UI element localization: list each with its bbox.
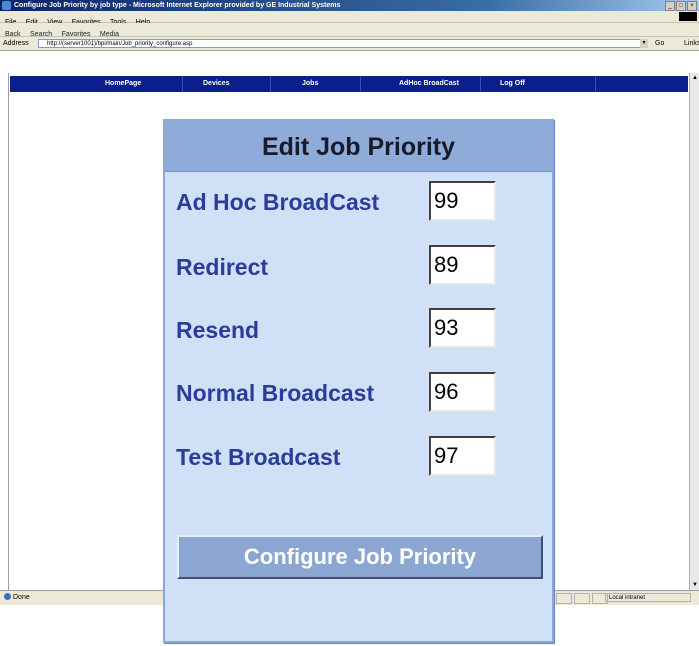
label-normal-broadcast: Normal Broadcast [176, 380, 375, 406]
ie-icon [2, 1, 11, 10]
nav-divider [270, 76, 271, 92]
vertical-scrollbar[interactable]: ▲ ▼ [689, 73, 699, 590]
dialog-title: Edit Job Priority [261, 133, 456, 161]
nav-divider [360, 76, 361, 92]
menu-bar: File Edit View Favorites Tools Help [0, 11, 699, 26]
minimize-button[interactable]: _ [665, 1, 675, 11]
security-zone: Local intranet [605, 593, 691, 602]
nav-log-off[interactable]: Log Off [500, 76, 525, 92]
label-resend: Resend [176, 317, 260, 343]
dialog-header: Edit Job Priority [165, 121, 552, 172]
maximize-button[interactable]: □ [676, 1, 686, 11]
status-cells [556, 593, 608, 604]
title-bar: Configure Job Priority by job type - Mic… [0, 0, 699, 11]
scroll-up-icon[interactable]: ▲ [691, 74, 699, 82]
label-test-broadcast: Test Broadcast [176, 444, 341, 470]
toolbar: Back Search Favorites Media [0, 23, 699, 38]
label-adhoc-broadcast: Ad Hoc BroadCast [176, 189, 380, 215]
edit-job-priority-dialog: Edit Job Priority Ad Hoc BroadCast Redir… [163, 119, 554, 643]
nav-divider [182, 76, 183, 92]
nav-adhoc-broadcast[interactable]: AdHoc BroadCast [399, 76, 459, 92]
nav-divider [480, 76, 481, 92]
address-label: Address [3, 40, 29, 47]
window-controls: _ □ × [665, 1, 697, 11]
windows-logo-icon [679, 12, 697, 21]
go-button[interactable]: Go [655, 37, 664, 50]
normal-broadcast-priority-input[interactable] [429, 372, 496, 412]
redirect-priority-input[interactable] [429, 245, 496, 285]
label-redirect: Redirect [176, 254, 269, 280]
nav-devices[interactable]: Devices [203, 76, 229, 92]
test-broadcast-priority-input[interactable] [429, 436, 496, 476]
address-dropdown-icon[interactable]: ▾ [640, 39, 648, 48]
nav-divider [595, 76, 596, 92]
status-text: Done [4, 591, 30, 605]
nav-jobs[interactable]: Jobs [302, 76, 318, 92]
status-label: Done [13, 594, 30, 601]
window-title: Configure Job Priority by job type - Mic… [14, 2, 341, 9]
links-button[interactable]: Links [684, 37, 699, 50]
page-done-icon [4, 593, 11, 600]
address-bar: Address http://(server1001)/bpi/main/Job… [0, 37, 699, 51]
close-button[interactable]: × [687, 1, 697, 11]
resend-priority-input[interactable] [429, 308, 496, 348]
configure-job-priority-button[interactable]: Configure Job Priority [177, 535, 543, 579]
address-input[interactable]: http://(server1001)/bpi/main/Job_priorit… [38, 39, 648, 48]
nav-homepage[interactable]: HomePage [105, 76, 141, 92]
adhoc-broadcast-priority-input[interactable] [429, 181, 496, 221]
scroll-down-icon[interactable]: ▼ [691, 581, 699, 589]
site-navbar: HomePage Devices Jobs AdHoc BroadCast Lo… [10, 76, 688, 92]
